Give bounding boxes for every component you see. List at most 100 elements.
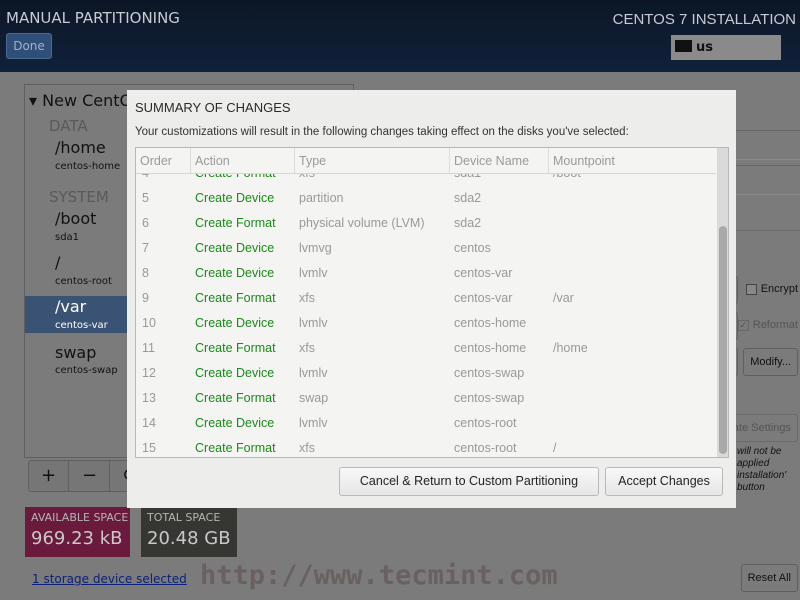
cell-mountpoint: /home [553, 341, 588, 355]
reformat-row: ✓ Reformat [737, 319, 798, 331]
cell-device-name: sda2 [454, 216, 482, 230]
cell-device-name: sda2 [454, 191, 482, 205]
dialog-title: SUMMARY OF CHANGES [135, 100, 291, 115]
cell-device-name: centos-var [454, 291, 513, 305]
cell-action: Create Device [195, 191, 275, 205]
mount-item[interactable]: /home [55, 138, 106, 157]
keyboard-layout-button[interactable]: us [671, 35, 781, 60]
keyboard-icon [675, 40, 692, 52]
cell-action: Create Format [195, 441, 276, 455]
remove-mount-button[interactable]: − [70, 461, 110, 491]
table-row[interactable]: 11 Create Format xfs centos-home/home [136, 336, 716, 361]
available-space-box: AVAILABLE SPACE 969.23 kB [25, 507, 130, 557]
cell-action: Create Format [195, 216, 276, 230]
table-row[interactable]: 14 Create Device lvmlv centos-root [136, 411, 716, 436]
dialog-description: Your customizations will result in the f… [135, 126, 629, 138]
table-row[interactable]: 8 Create Device lvmlv centos-var [136, 261, 716, 286]
column-header-action[interactable]: Action [190, 148, 294, 174]
column-header-mountpoint[interactable]: Mountpoint [548, 148, 716, 174]
section-system: SYSTEM [49, 188, 109, 206]
accept-changes-button[interactable]: Accept Changes [605, 467, 723, 496]
cell-action: Create Device [195, 366, 275, 380]
table-row[interactable]: 7 Create Device lvmvg centos [136, 236, 716, 261]
cell-mountpoint: /var [553, 291, 574, 305]
divider [736, 230, 800, 231]
reformat-label: Reformat [752, 319, 798, 331]
partition-toolbar: + − ⟳ [28, 460, 139, 492]
column-header-type[interactable]: Type [294, 148, 449, 174]
section-data: DATA [49, 117, 88, 135]
cell-type: lvmlv [299, 366, 328, 380]
cell-device-name: centos-swap [454, 366, 525, 380]
cell-order: 8 [142, 266, 149, 280]
cell-action: Create Format [195, 391, 276, 405]
notes: will not be applied installation' button [737, 446, 799, 494]
mount-item[interactable]: swap [55, 343, 96, 362]
modify-button[interactable]: Modify... [743, 348, 798, 376]
cell-mountpoint: / [553, 441, 557, 455]
field[interactable] [736, 130, 800, 160]
reformat-checkbox[interactable]: ✓ [737, 319, 749, 331]
expander-icon: ▾ [29, 91, 43, 110]
table-row[interactable]: 6 Create Format physical volume (LVM) sda2 [136, 211, 716, 236]
total-space-box: TOTAL SPACE 20.48 GB [141, 507, 237, 557]
table-row[interactable]: 9 Create Format xfs centos-var/var [136, 286, 716, 311]
encrypt-checkbox[interactable] [745, 283, 757, 295]
cell-device-name: centos-home [454, 341, 527, 355]
total-space-value: 20.48 GB [147, 528, 231, 549]
storage-devices-link[interactable]: 1 storage device selected [32, 572, 187, 586]
page-title: MANUAL PARTITIONING [6, 9, 180, 27]
cell-type: xfs [299, 441, 315, 455]
table-row[interactable]: 5 Create Device partition sda2 [136, 186, 716, 211]
column-header-device-name[interactable]: Device Name [449, 148, 548, 174]
table-row[interactable]: 10 Create Device lvmlv centos-home [136, 311, 716, 336]
mount-device: sda1 [55, 232, 80, 243]
encrypt-row: Encrypt [745, 283, 798, 295]
cell-order: 12 [142, 366, 156, 380]
cell-device-name: centos-var [454, 266, 513, 280]
mount-item[interactable]: /boot [55, 209, 96, 228]
field[interactable] [736, 165, 800, 195]
add-mount-button[interactable]: + [29, 461, 69, 491]
mount-item[interactable]: / [55, 253, 60, 272]
cell-order: 13 [142, 391, 156, 405]
encrypt-label: Encrypt [760, 283, 798, 295]
cell-order: 14 [142, 416, 156, 430]
table-row[interactable]: 12 Create Device lvmlv centos-swap [136, 361, 716, 386]
keyboard-layout: us [696, 40, 713, 55]
cell-device-name: centos-swap [454, 391, 525, 405]
cell-action: Create Format [195, 291, 276, 305]
cell-order: 7 [142, 241, 149, 255]
cell-action: Create Device [195, 316, 275, 330]
cell-order: 15 [142, 441, 156, 455]
cancel-return-button[interactable]: Cancel & Return to Custom Partitioning [339, 467, 599, 496]
cell-type: swap [299, 391, 329, 405]
product-title: CENTOS 7 INSTALLATION [612, 11, 796, 28]
cell-order: 6 [142, 216, 149, 230]
table-row[interactable]: 13 Create Format swap centos-swap [136, 386, 716, 411]
table-body: 4Create Formatxfssda1/boot5Create Device… [136, 161, 716, 457]
cell-type: partition [299, 191, 344, 205]
table-scrollbar[interactable] [717, 148, 728, 457]
cell-type: lvmlv [299, 416, 328, 430]
cell-type: lvmlv [299, 266, 328, 280]
total-space-label: TOTAL SPACE [147, 511, 221, 524]
mount-device: centos-root [55, 276, 112, 287]
cell-type: xfs [299, 291, 315, 305]
mount-item-selected[interactable]: /var [55, 297, 86, 316]
cell-type: xfs [299, 341, 315, 355]
cell-order: 10 [142, 316, 156, 330]
cell-type: physical volume (LVM) [299, 216, 425, 230]
header-bar: MANUAL PARTITIONING Done CENTOS 7 INSTAL… [0, 0, 800, 72]
cell-action: Create Device [195, 416, 275, 430]
scrollbar-thumb[interactable] [719, 226, 727, 454]
cell-order: 11 [142, 341, 155, 355]
reset-all-button[interactable]: Reset All [740, 564, 798, 592]
available-space-label: AVAILABLE SPACE [31, 511, 129, 524]
done-button[interactable]: Done [6, 33, 52, 59]
column-header-order[interactable]: Order [136, 148, 190, 174]
watermark: http://www.tecmint.com [200, 560, 558, 591]
table-row[interactable]: 15 Create Format xfs centos-root / [136, 436, 716, 457]
cell-order: 9 [142, 291, 149, 305]
cell-device-name: centos [454, 241, 491, 255]
